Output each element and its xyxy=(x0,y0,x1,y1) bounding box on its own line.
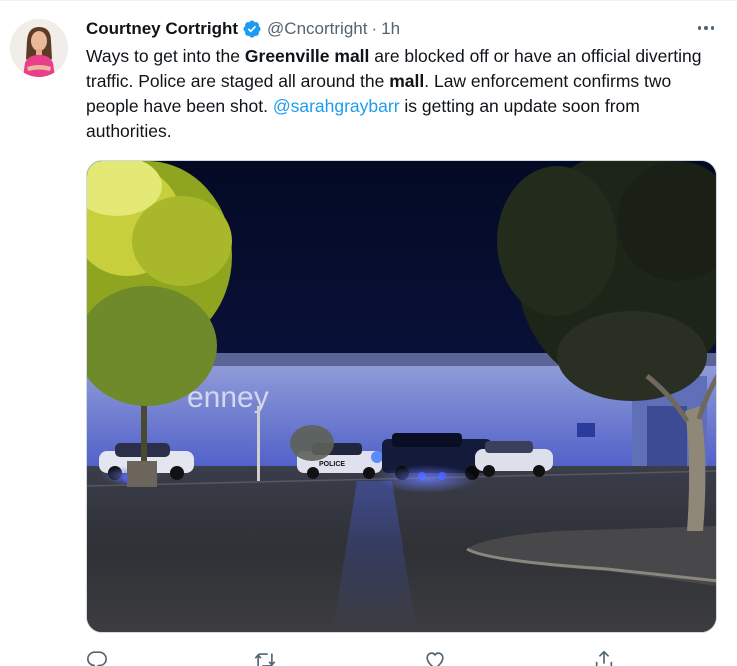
retweet-icon[interactable] xyxy=(253,649,277,666)
store-sign: enney xyxy=(187,381,269,414)
author-handle[interactable]: @Cncortright xyxy=(267,19,367,39)
more-horizontal-icon[interactable] xyxy=(692,18,720,38)
action-bar xyxy=(86,645,646,666)
mention-link[interactable]: @sarahgraybarr xyxy=(273,96,400,116)
tweet-header: Courtney Cortright @Cncortright · 1h xyxy=(86,18,400,40)
avatar[interactable] xyxy=(10,19,68,77)
separator-dot: · xyxy=(371,19,378,38)
highlight-greenville-mall: Greenville mall xyxy=(244,46,370,66)
text-segment: Ways to get into the xyxy=(86,46,245,66)
reply-icon[interactable] xyxy=(86,649,110,666)
police-car-label: POLICE xyxy=(319,461,345,468)
highlight-mall: mall xyxy=(389,71,425,91)
author-name[interactable]: Courtney Cortright xyxy=(86,19,238,39)
tweet-photo[interactable]: enney POLICE xyxy=(86,160,717,633)
tweet-text: Ways to get into the Greenville mall are… xyxy=(86,44,716,144)
verified-badge-icon xyxy=(242,19,262,39)
timestamp[interactable]: 1h xyxy=(381,19,400,39)
avatar-image xyxy=(10,19,68,77)
tweet-card[interactable]: Courtney Cortright @Cncortright · 1h Way… xyxy=(0,0,737,666)
share-icon[interactable] xyxy=(593,649,617,666)
night-mall-scene-image: enney POLICE xyxy=(87,161,716,632)
like-icon[interactable] xyxy=(424,649,448,666)
